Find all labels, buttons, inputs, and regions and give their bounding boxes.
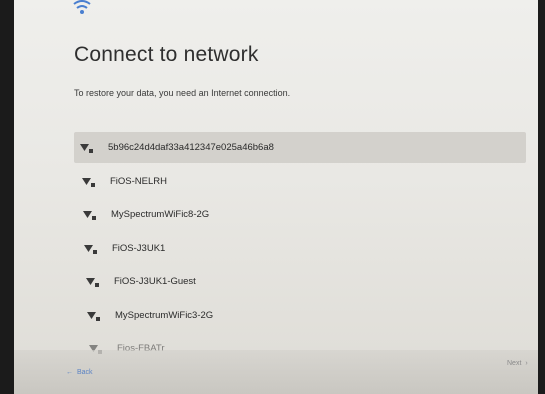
network-item[interactable]: FiOS-NELRH	[76, 166, 516, 197]
network-name: FiOS-NELRH	[110, 176, 168, 187]
next-label: Next	[507, 360, 522, 367]
network-name: MySpectrumWiFic3-2G	[115, 310, 214, 321]
wifi-lock-icon	[84, 244, 97, 254]
setup-screen: Connect to network To restore your data,…	[14, 0, 538, 394]
network-name: FiOS-J3UK1-Guest	[114, 276, 196, 287]
chevron-right-icon: ›	[525, 360, 528, 367]
back-button[interactable]: ← Back	[66, 369, 93, 376]
network-item[interactable]: MySpectrumWiFic8-2G	[77, 199, 515, 230]
wifi-lock-icon	[83, 210, 96, 220]
back-label: Back	[77, 369, 93, 376]
network-name: 5b96c24d4daf33a412347e025a46b6a8	[108, 142, 274, 153]
network-item[interactable]: FiOS-J3UK1-Guest	[80, 266, 514, 297]
next-button[interactable]: Next ›	[507, 360, 528, 367]
network-item[interactable]: 5b96c24d4daf33a412347e025a46b6a8	[74, 132, 526, 163]
wifi-lock-icon	[80, 143, 93, 153]
wifi-lock-icon	[86, 277, 99, 287]
network-list: 5b96c24d4daf33a412347e025a46b6a8 FiOS-NE…	[14, 0, 538, 394]
network-name: FiOS-J3UK1	[112, 243, 166, 254]
arrow-left-icon: ←	[66, 369, 73, 376]
network-name: MySpectrumWiFic8-2G	[111, 209, 210, 220]
network-item[interactable]: MySpectrumWiFic3-2G	[81, 300, 513, 331]
wifi-lock-icon	[82, 177, 95, 187]
network-item[interactable]: FiOS-J3UK1	[78, 233, 514, 264]
wifi-lock-icon	[87, 311, 100, 321]
